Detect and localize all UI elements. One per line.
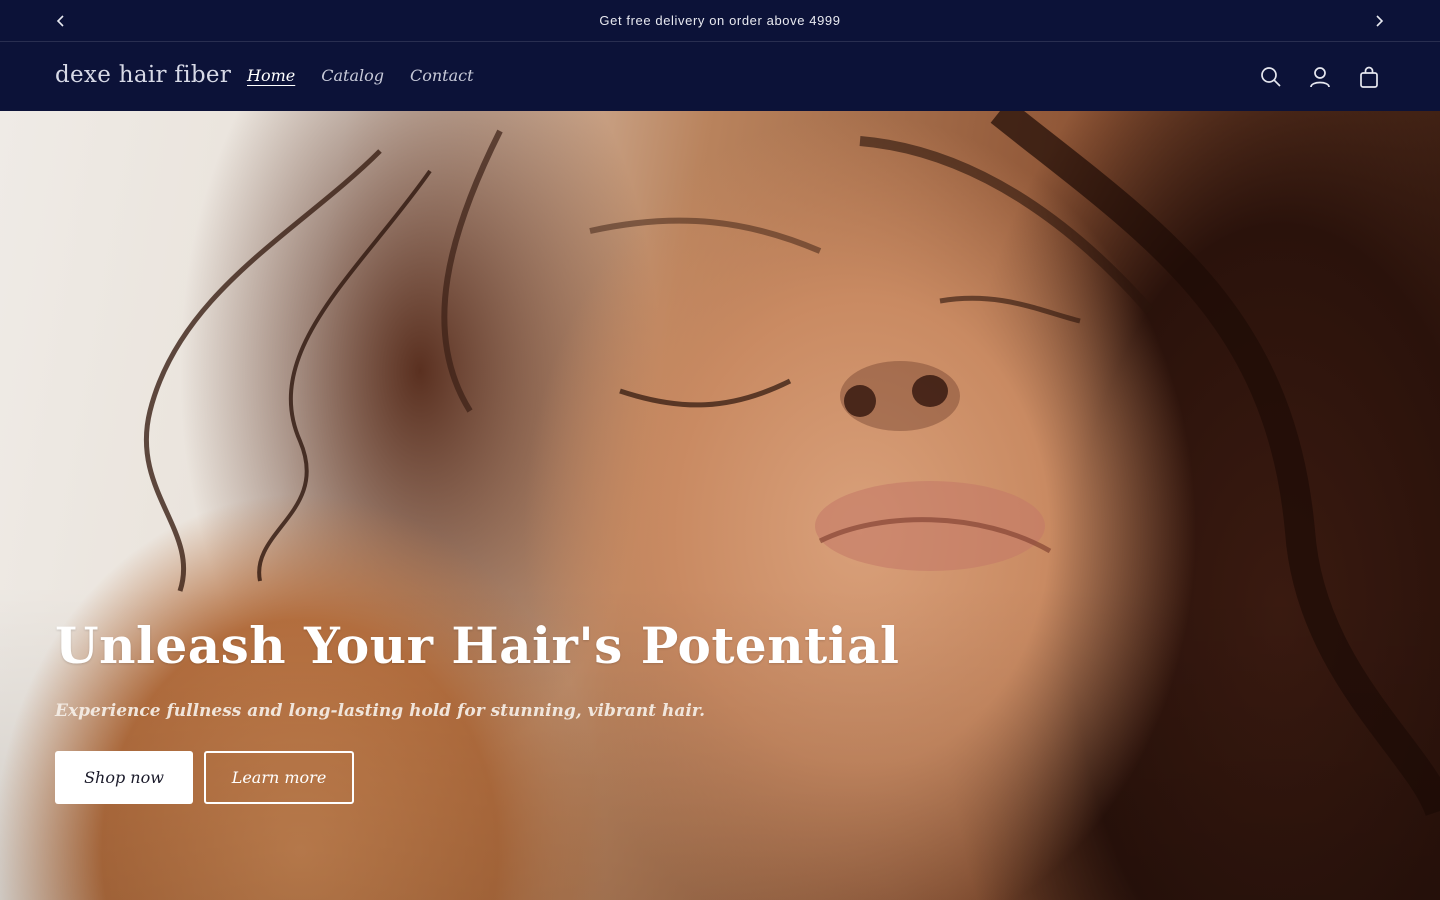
learn-more-button[interactable]: Learn more	[204, 751, 354, 804]
shop-now-button[interactable]: Shop now	[55, 751, 193, 804]
hero-banner: Unleash Your Hair's Potential Experience…	[0, 111, 1440, 900]
cart-icon[interactable]	[1356, 64, 1382, 90]
announcement-text: Get free delivery on order above 4999	[599, 13, 841, 28]
account-icon[interactable]	[1307, 64, 1333, 90]
nav-link-contact[interactable]: Contact	[410, 66, 474, 85]
main-nav: Home Catalog Contact	[247, 66, 474, 85]
chevron-right-icon[interactable]	[1368, 10, 1390, 32]
announcement-bar: Get free delivery on order above 4999	[0, 0, 1440, 42]
site-header: dexe hair fiber Home Catalog Contact	[0, 42, 1440, 111]
hero-title: Unleash Your Hair's Potential	[55, 616, 900, 675]
header-icons	[1258, 64, 1382, 90]
hero-subtitle: Experience fullness and long-lasting hol…	[55, 701, 706, 721]
site-logo[interactable]: dexe hair fiber	[55, 62, 231, 88]
nav-link-home[interactable]: Home	[247, 66, 295, 85]
nav-link-catalog[interactable]: Catalog	[321, 66, 384, 85]
search-icon[interactable]	[1258, 64, 1284, 90]
chevron-left-icon[interactable]	[50, 10, 72, 32]
